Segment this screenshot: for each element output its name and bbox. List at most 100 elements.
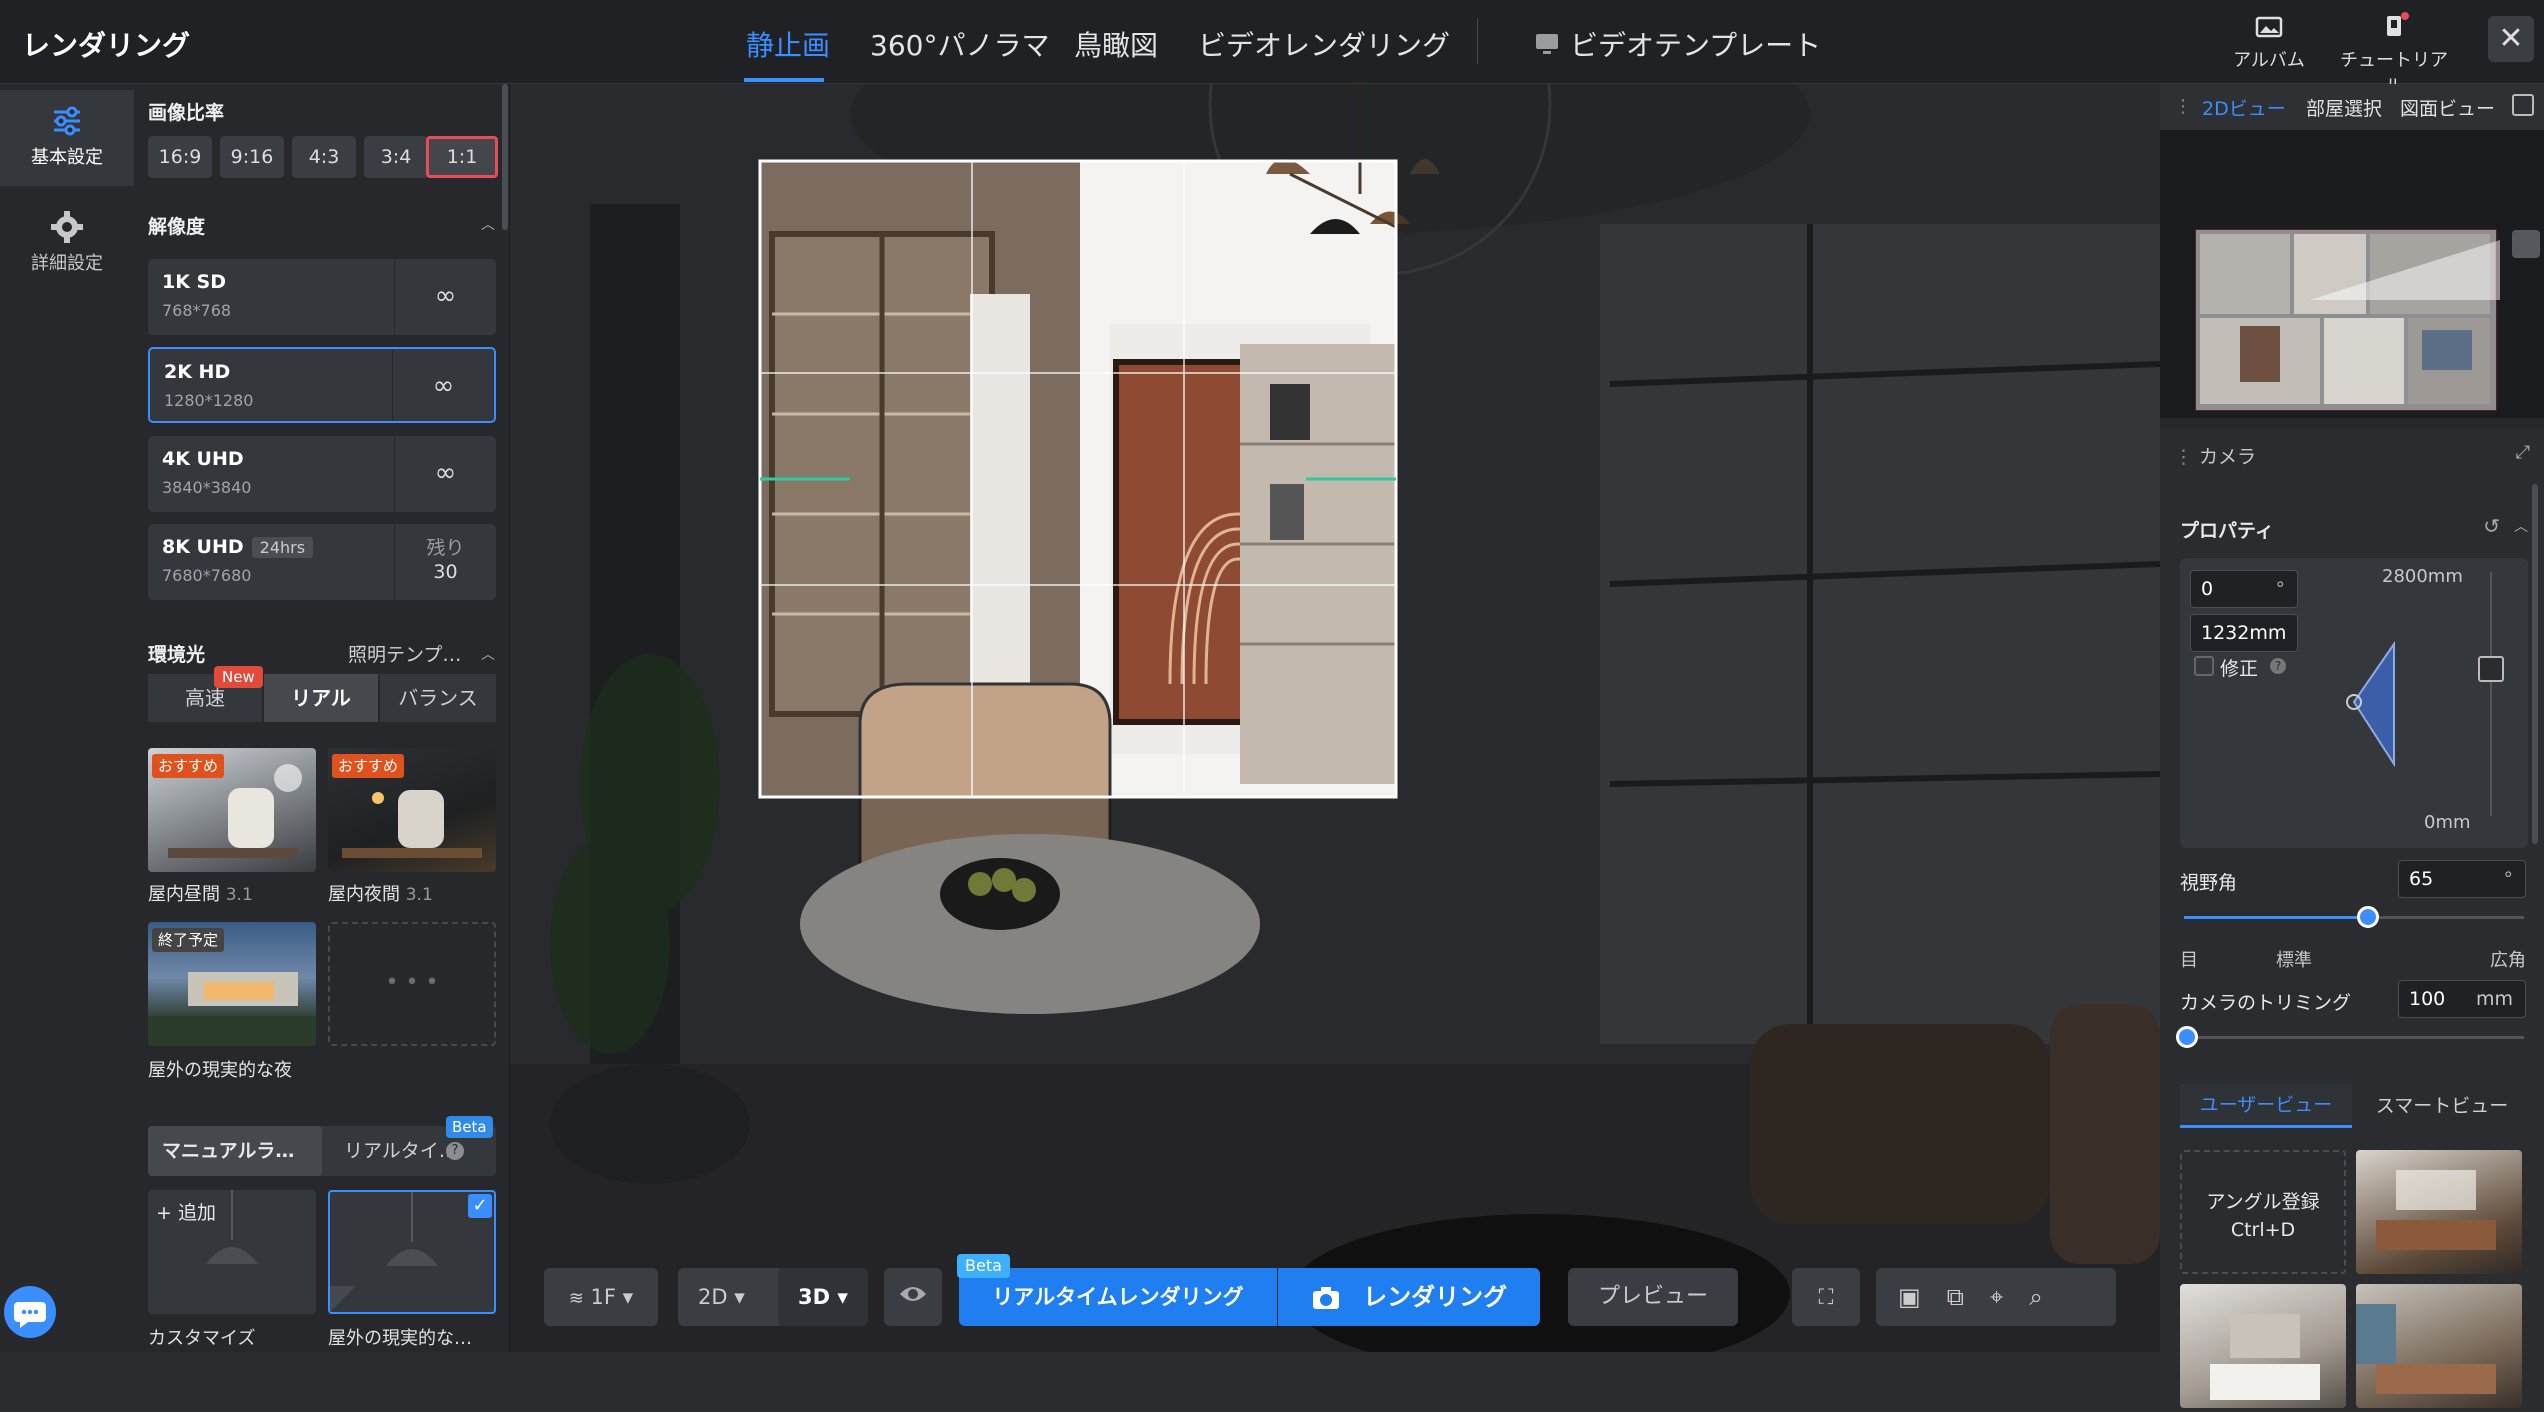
floor-selector[interactable]: ≋ 1F ▾ [544,1268,658,1326]
drag-handle-icon[interactable]: ⋮ [2174,96,2192,117]
ratio-4-3[interactable]: 4:3 [292,136,356,178]
ratio-title: 画像比率 [148,102,225,124]
fov-slider-handle[interactable] [2356,906,2379,928]
ratio-3-4[interactable]: 3:4 [364,136,428,178]
right-panel: ⋮ 2Dビュー 部屋選択 図面ビュー ⋮ カメラ ⤢ プロパティ ↺ ︿ 0 ° … [2160,84,2544,1408]
tab-still[interactable]: 静止画 [746,24,830,64]
camera-title: ⋮ カメラ [2174,442,2256,469]
settings-panel: 画像比率 16:9 9:16 4:3 3:4 1:1 解像度 ︿ 1K SD 7… [134,84,510,1352]
light-preset-outdoor[interactable]: ✓ [328,1190,496,1314]
expand-icon[interactable]: ⤢ [2516,442,2530,463]
view-image [2210,1314,2320,1400]
preset-label-indoor-night: 屋内夜間 3.1 [328,880,433,906]
beta-badge: Beta [446,1116,493,1138]
angle-field[interactable]: 0 ° [2190,570,2298,608]
preset-thumb-outdoor-night[interactable]: 終了予定 [148,922,316,1046]
album-icon [2255,16,2283,38]
eye-toggle[interactable] [884,1268,942,1326]
image-icon[interactable]: ▣ [1898,1283,1947,1311]
more-presets-button[interactable]: • • • [328,922,496,1046]
add-light-button[interactable]: + 追加 [148,1190,316,1314]
tab-manual-light[interactable]: マニュアルラ… [148,1126,322,1176]
reset-icon[interactable]: ↺ [2483,514,2500,538]
preset-thumb-indoor-night[interactable]: おすすめ [328,748,496,872]
camera-title-text: カメラ [2199,446,2257,468]
panel-scrollbar[interactable] [502,84,508,230]
mode-balance[interactable]: バランス [380,674,496,722]
height-min-label: 0mm [2424,812,2471,833]
tab-video-template[interactable]: ビデオテンプレート [1534,24,1821,64]
preset-thumb-indoor-day[interactable]: おすすめ [148,748,316,872]
saved-view-thumb[interactable] [2356,1284,2522,1408]
tab-panorama[interactable]: 360°パノラマ [870,24,1049,64]
rail-basic-settings[interactable]: 基本設定 [0,90,134,186]
outdoor-short-label: 屋外の現実的な… [328,1328,472,1349]
help-icon[interactable]: ? [446,1142,464,1160]
ratio-1-1[interactable]: 1:1 [426,136,498,178]
tab-2d-view[interactable]: 2Dビュー [2202,94,2286,121]
tutorial-icon [2387,12,2409,36]
res-2k-hd[interactable]: 2K HD 1280*1280 ∞ [148,347,496,423]
gear-icon [51,211,83,243]
render-button[interactable]: レンダリング [1278,1268,1540,1326]
right-scrollbar[interactable] [2532,484,2538,844]
saved-view-thumb[interactable] [2356,1150,2522,1274]
fov-label: 視野角 [2180,872,2238,894]
tab-room-select[interactable]: 部屋選択 [2306,94,2382,121]
preview-button[interactable]: プレビュー [1568,1268,1738,1326]
properties-title: プロパティ [2180,520,2274,542]
mode-2d-button[interactable]: 2D ▾ [678,1268,784,1326]
res-8k-uhd[interactable]: 8K UHD 24hrs 7680*7680 残り 30 [148,524,496,600]
check-icon: ✓ [468,1194,492,1218]
collapse-env-icon[interactable]: ︿ [481,644,495,664]
album-label: アルバム [2233,50,2305,71]
trim-slider-handle[interactable] [2176,1026,2198,1048]
focus-icon[interactable]: ⌖ [1990,1283,2030,1311]
saved-view-thumb[interactable] [2180,1284,2346,1408]
album-button[interactable]: アルバム [2209,12,2329,72]
mode-real[interactable]: リアル [264,674,378,722]
sliders-icon [54,106,80,136]
trim-slider-track[interactable] [2184,1036,2524,1039]
left-rail: 基本設定 詳細設定 [0,84,134,1352]
preset-label-indoor-day: 屋内昼間 3.1 [148,880,253,906]
height-field[interactable]: 1232mm [2190,614,2298,652]
zoom-icon[interactable]: ⌕ [2029,1283,2068,1311]
collapse-resolution-icon[interactable]: ︿ [481,214,495,234]
close-button[interactable]: ✕ [2488,16,2534,62]
render-viewport[interactable]: ≋ 1F ▾ 2D ▾ 3D ▾ リアルタイムレンダリング Beta レンダリン… [510,84,2160,1352]
angle-unit: ° [2275,578,2286,600]
layers-icon: ≋ [568,1288,584,1309]
rail-advanced-settings[interactable]: 詳細設定 [0,196,134,292]
mode-3d-button[interactable]: 3D ▾ [778,1268,868,1326]
collapse-icon[interactable]: ︿ [2514,516,2528,536]
tab-smart-view[interactable]: スマートビュー [2356,1084,2528,1128]
tab-birdseye[interactable]: 鳥瞰図 [1074,24,1158,64]
tab-video-rendering[interactable]: ビデオレンダリング [1198,24,1450,64]
tab-plan-view[interactable]: 図面ビュー [2400,94,2495,121]
remaining-count: 残り 30 [394,524,496,600]
register-angle-button[interactable]: アングル登録 Ctrl+D [2180,1150,2346,1274]
res-4k-uhd[interactable]: 4K UHD 3840*3840 ∞ [148,436,496,512]
chat-button[interactable] [4,1286,56,1338]
height-handle-icon[interactable] [2478,656,2504,682]
help-icon[interactable]: ? [2270,658,2286,674]
res-1k-sd[interactable]: 1K SD 768*768 ∞ [148,259,496,335]
floor-plan-map [2195,229,2540,462]
drag-handle-icon[interactable]: ⋮ [2174,446,2193,468]
correct-checkbox[interactable] [2194,656,2214,676]
fov-field[interactable]: 65 ° [2398,860,2526,898]
ratio-16-9[interactable]: 16:9 [148,136,212,178]
trim-field[interactable]: 100 mm [2398,980,2526,1018]
popout-icon[interactable] [2512,94,2534,116]
new-badge: New [214,666,263,688]
recommend-badge: おすすめ [332,754,405,778]
fov-value: 65 [2409,868,2434,890]
preset-name: 屋内夜間 [328,884,400,905]
lighting-template-link[interactable]: 照明テンプ… [348,640,461,667]
minimap[interactable] [2160,130,2544,462]
tab-user-view[interactable]: ユーザービュー [2180,1084,2352,1128]
resize-icon[interactable]: ⧉ [1947,1283,1990,1311]
frame-select-button[interactable]: ⛶ [1792,1268,1860,1326]
ratio-9-16[interactable]: 9:16 [220,136,284,178]
